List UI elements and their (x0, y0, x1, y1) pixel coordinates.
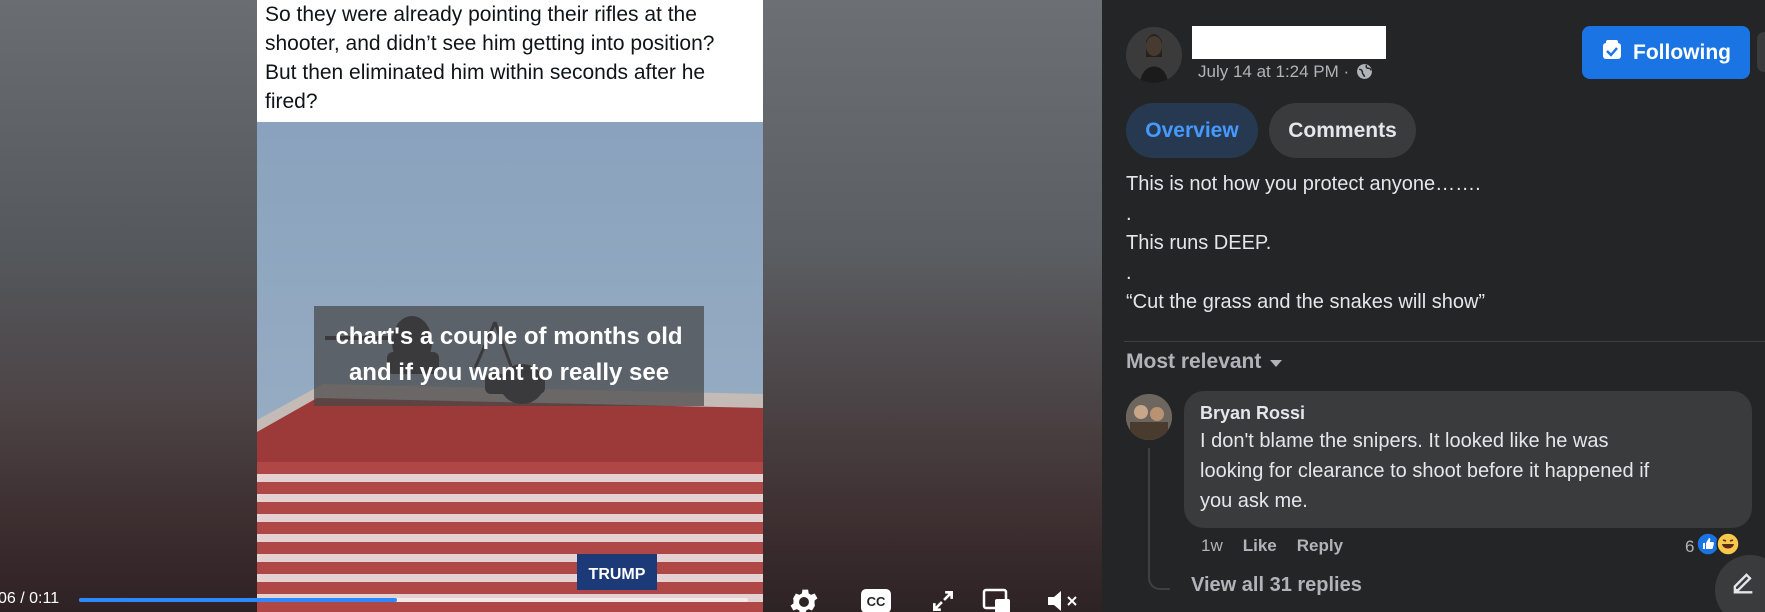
author-name-redacted[interactable] (1192, 26, 1386, 59)
comment-reactions[interactable]: 6 (1685, 532, 1741, 561)
settings-icon[interactable] (787, 585, 821, 612)
following-check-icon (1601, 39, 1623, 67)
post-body-line: This runs DEEP. (1126, 232, 1272, 254)
divider (1124, 341, 1765, 342)
tweet-line: But then eliminated him within seconds a… (265, 61, 706, 84)
video-blur-background-left (0, 0, 257, 612)
globe-icon (1356, 63, 1373, 85)
post-meta-text: July 14 at 1:24 PM · (1198, 62, 1350, 81)
post-body-line: This is not how you protect anyone……. (1126, 173, 1481, 195)
tweet-line: So they were already pointing their rifl… (265, 3, 697, 26)
reply-thread-line (1148, 448, 1170, 590)
tweet-line: shooter, and didn’t see him getting into… (265, 32, 715, 55)
caption-line: and if you want to really see (348, 359, 670, 386)
comment-text-line: I don't blame the snipers. It looked lik… (1200, 430, 1609, 452)
post-body: This is not how you protect anyone……. . … (1126, 170, 1485, 318)
comment-bubble: Bryan Rossi I don't blame the snipers. I… (1184, 391, 1752, 528)
video-progress-bar[interactable] (79, 598, 748, 602)
post-timestamp[interactable]: July 14 at 1:24 PM · (1198, 62, 1373, 85)
video-player[interactable]: So they were already pointing their rifl… (0, 0, 1102, 612)
comment-author[interactable]: Bryan Rossi (1200, 403, 1736, 424)
more-options-button[interactable] (1757, 32, 1765, 72)
fullscreen-icon[interactable] (930, 588, 956, 612)
comment-text-line: looking for clearance to shoot before it… (1200, 460, 1650, 482)
caret-down-icon (1269, 350, 1283, 374)
sort-label: Most relevant (1126, 350, 1262, 373)
compose-button[interactable] (1715, 555, 1765, 612)
comment-actions: 1w Like Reply (1201, 536, 1343, 556)
comment-text: I don't blame the snipers. It looked lik… (1200, 426, 1736, 516)
comment-sort-dropdown[interactable]: Most relevant (1126, 350, 1283, 374)
cc-icon[interactable]: CC (860, 588, 892, 612)
edit-icon (1729, 569, 1757, 602)
comment-text-line: you ask me. (1200, 490, 1308, 512)
video-time: 06 / 0:11 (0, 590, 60, 607)
scene-banner-text: TRUMP (589, 566, 646, 583)
commenter-avatar[interactable] (1126, 394, 1172, 440)
comment-like-button[interactable]: Like (1243, 536, 1277, 556)
following-label: Following (1633, 40, 1731, 64)
reaction-count: 6 (1685, 536, 1695, 556)
embedded-tweet-text: So they were already pointing their rifl… (257, 0, 763, 122)
picture-in-picture-icon[interactable] (982, 587, 1012, 612)
tweet-line: fired? (265, 90, 318, 113)
mute-icon[interactable] (1046, 588, 1080, 612)
comment-reply-button[interactable]: Reply (1297, 536, 1343, 556)
post-body-line: . (1126, 202, 1132, 225)
video-caption: chart's a couple of months old and if yo… (314, 306, 704, 406)
caption-line: chart's a couple of months old (335, 323, 683, 350)
tab-overview[interactable]: Overview (1126, 103, 1258, 158)
post-body-line: . (1126, 261, 1132, 284)
video-frame[interactable]: So they were already pointing their rifl… (257, 0, 763, 612)
post-panel: July 14 at 1:24 PM · Following Overview … (1102, 0, 1765, 612)
cc-label: CC (867, 594, 886, 609)
following-button[interactable]: Following (1582, 26, 1750, 79)
tab-comments[interactable]: Comments (1269, 103, 1416, 158)
comment-time[interactable]: 1w (1201, 536, 1223, 556)
view-replies-link[interactable]: View all 31 replies (1191, 574, 1362, 597)
video-progress-fill (79, 598, 397, 602)
post-body-line: “Cut the grass and the snakes will show” (1126, 291, 1486, 313)
video-blur-background-right (763, 0, 1102, 612)
author-avatar[interactable] (1126, 27, 1182, 83)
